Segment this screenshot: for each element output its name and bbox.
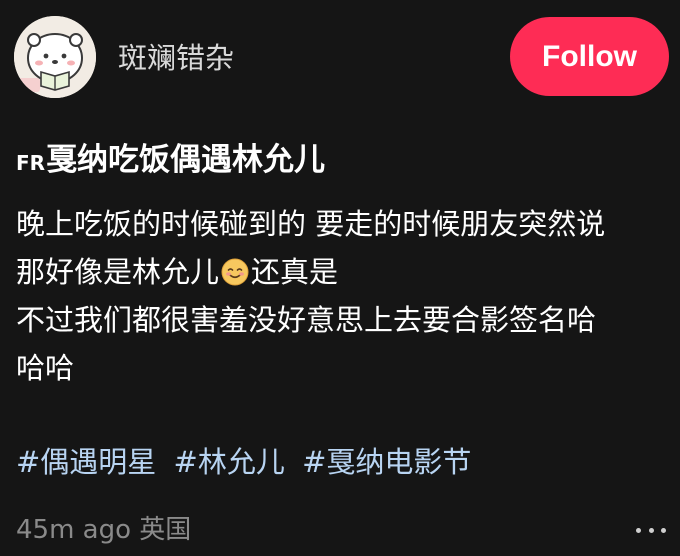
more-dot bbox=[648, 528, 654, 533]
more-dot bbox=[636, 528, 641, 533]
hashtag-link[interactable]: #林允儿 bbox=[174, 445, 285, 479]
post-time: 45m ago bbox=[16, 515, 132, 545]
more-dot bbox=[661, 528, 666, 533]
hashtag-link[interactable]: #偶遇明星 bbox=[16, 445, 156, 479]
post-body-line: 晚上吃饭的时候碰到的 要走的时候朋友突然说 bbox=[16, 207, 606, 241]
post-title: FR戛纳吃饭偶遇林允儿 bbox=[16, 138, 325, 185]
bear-reading-avatar-icon bbox=[14, 16, 96, 98]
post-title-prefix: FR bbox=[16, 151, 46, 175]
hashtag-list: #偶遇明星 #林允儿 #戛纳电影节 bbox=[16, 440, 479, 484]
follow-button[interactable]: Follow bbox=[510, 17, 669, 96]
author-avatar[interactable] bbox=[14, 16, 96, 98]
post-body-text: 还真是 bbox=[251, 255, 339, 289]
post-body-line: 哈哈 bbox=[16, 351, 75, 385]
post-body-line: 那好像是林允儿 还真是 bbox=[16, 248, 676, 296]
post-body-line: 不过我们都很害羞没好意思上去要合影签名哈 bbox=[16, 303, 597, 337]
post-location: 英国 bbox=[139, 515, 192, 545]
author-username[interactable]: 斑斓错杂 bbox=[118, 38, 234, 78]
hashtag-link[interactable]: #戛纳电影节 bbox=[302, 445, 471, 479]
post-meta: 45m ago 英国 bbox=[16, 510, 191, 550]
post-body-text: 那好像是林允儿 bbox=[16, 255, 220, 289]
post-title-text: 戛纳吃饭偶遇林允儿 bbox=[46, 142, 326, 178]
smiling-face-emoji-icon bbox=[221, 258, 249, 286]
more-options-icon[interactable] bbox=[636, 528, 666, 536]
post-body: 晚上吃饭的时候碰到的 要走的时候朋友突然说 那好像是林允儿 还真是 不过我们都很… bbox=[16, 200, 676, 392]
